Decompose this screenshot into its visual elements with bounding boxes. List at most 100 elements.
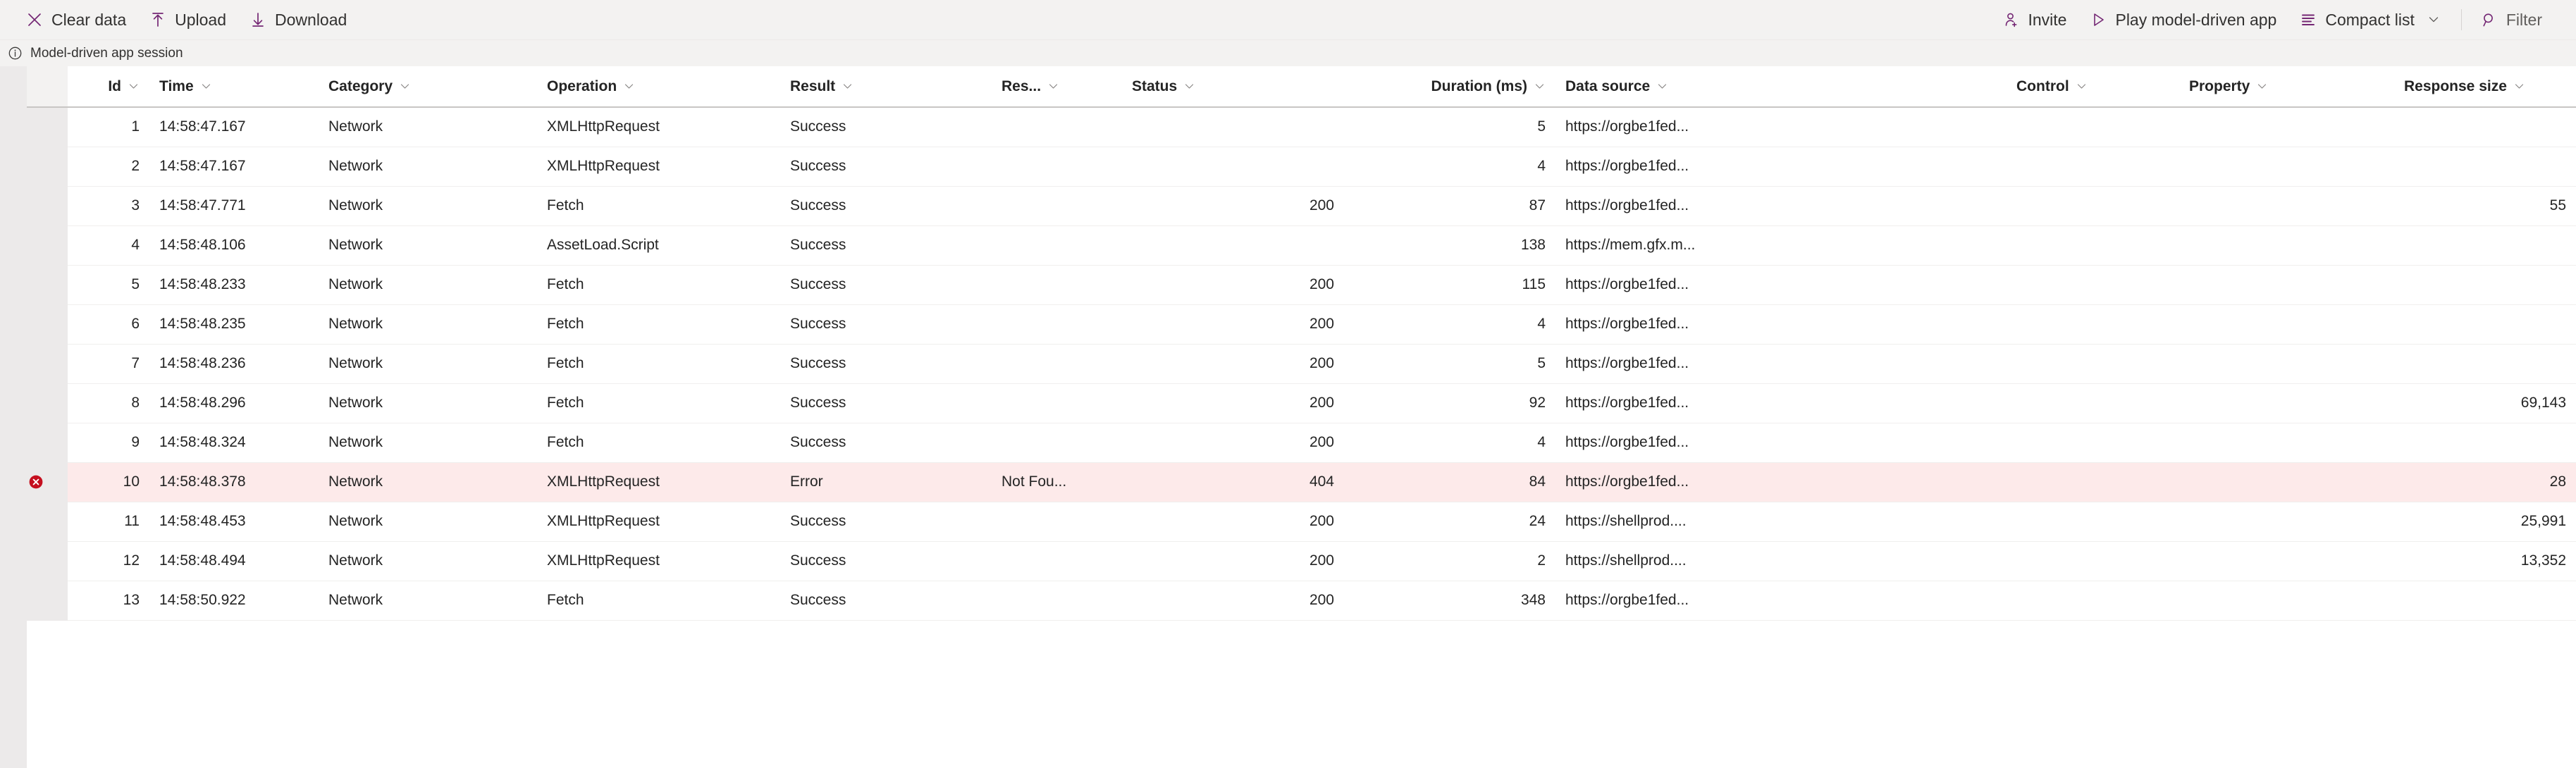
column-header-time[interactable]: Time xyxy=(149,66,319,108)
filter-button[interactable]: Filter xyxy=(2470,6,2552,34)
chevron-down-icon[interactable] xyxy=(2076,80,2088,92)
info-circle-icon xyxy=(7,46,23,61)
chevron-down-icon[interactable] xyxy=(842,80,853,92)
cell-status: 200 xyxy=(1122,344,1344,384)
chevron-down-icon[interactable] xyxy=(128,80,140,92)
cell-data-source: https://orgbe1fed... xyxy=(1555,383,2007,423)
table-row[interactable]: 6 14:58:48.235 Network Fetch Success 200 4 http… xyxy=(0,304,2576,345)
cell-operation: Fetch xyxy=(537,581,780,621)
column-header-data-source[interactable]: Data source xyxy=(1555,66,2007,108)
cell-duration: 348 xyxy=(1344,581,1555,621)
invite-button[interactable]: Invite xyxy=(1992,6,2077,34)
cell-result: Success xyxy=(780,186,992,226)
column-header-result[interactable]: Result xyxy=(780,66,992,108)
column-header-data-source-label: Data source xyxy=(1565,78,1651,94)
chevron-down-icon[interactable] xyxy=(1656,80,1668,92)
table-row[interactable]: 5 14:58:48.233 Network Fetch Success 200 115 ht… xyxy=(0,265,2576,305)
cell-control xyxy=(2007,462,2179,502)
cell-category: Network xyxy=(319,423,537,463)
cell-control xyxy=(2007,383,2179,423)
table-row[interactable]: 12 14:58:48.494 Network XMLHttpRequest Succe… xyxy=(0,541,2576,581)
cell-operation: XMLHttpRequest xyxy=(537,462,780,502)
cell-category: Network xyxy=(319,225,537,266)
play-model-driven-app-button[interactable]: Play model-driven app xyxy=(2079,6,2286,34)
chevron-down-icon[interactable] xyxy=(1534,80,1546,92)
table-row[interactable]: 7 14:58:48.236 Network Fetch Success 200 5 http… xyxy=(0,344,2576,384)
column-header-res[interactable]: Res... xyxy=(992,66,1122,108)
table-row[interactable]: 2 14:58:47.167 Network XMLHttpRequest Succes… xyxy=(0,147,2576,187)
table-row[interactable]: 4 14:58:48.106 Network AssetLoad.Script Succ… xyxy=(0,225,2576,266)
command-bar-right-group: Invite Play model-driven app Compact lis… xyxy=(1992,6,2556,34)
chevron-down-icon[interactable] xyxy=(399,80,411,92)
cell-time: 14:58:48.453 xyxy=(149,502,319,542)
cell-result: Success xyxy=(780,423,992,463)
cell-data-source: https://mem.gfx.m... xyxy=(1555,225,2007,266)
table-header: Id Time Category Operation Result Res...… xyxy=(0,66,2576,108)
table-row[interactable]: 8 14:58:48.296 Network Fetch Success 200 92 htt… xyxy=(0,383,2576,423)
column-header-status[interactable]: Status xyxy=(1122,66,1344,108)
column-header-property[interactable]: Property xyxy=(2179,66,2394,108)
cell-result: Success xyxy=(780,304,992,345)
table-body: 1 14:58:47.167 Network XMLHttpRequest Succes… xyxy=(0,107,2576,621)
chevron-down-icon[interactable] xyxy=(200,80,212,92)
table-row[interactable]: 10 14:58:48.378 Network XMLHttpRequest Error… xyxy=(0,462,2576,502)
chevron-down-icon[interactable] xyxy=(2256,80,2268,92)
table-row[interactable]: 13 14:58:50.922 Network Fetch Success 200 348 h… xyxy=(0,581,2576,621)
cell-id: 11 xyxy=(68,502,149,542)
monitor-grid-container[interactable]: Id Time Category Operation Result Res...… xyxy=(0,66,2576,768)
clear-data-label: Clear data xyxy=(51,10,127,29)
cell-operation: AssetLoad.Script xyxy=(537,225,780,266)
download-button[interactable]: Download xyxy=(239,6,357,34)
chevron-down-icon[interactable] xyxy=(1183,80,1195,92)
cell-property xyxy=(2179,344,2394,384)
cell-res xyxy=(992,225,1122,266)
column-header-duration[interactable]: Duration (ms) xyxy=(1344,66,1555,108)
cell-res xyxy=(992,541,1122,581)
cell-operation: XMLHttpRequest xyxy=(537,147,780,187)
table-row[interactable]: 9 14:58:48.324 Network Fetch Success 200 4 http… xyxy=(0,423,2576,463)
cell-control xyxy=(2007,265,2179,305)
download-icon xyxy=(249,11,267,29)
column-header-id[interactable]: Id xyxy=(68,66,149,108)
cell-data-source: https://orgbe1fed... xyxy=(1555,304,2007,345)
cell-result: Success xyxy=(780,541,992,581)
cell-operation: Fetch xyxy=(537,304,780,345)
cell-data-source: https://orgbe1fed... xyxy=(1555,581,2007,621)
cell-data-source: https://orgbe1fed... xyxy=(1555,147,2007,187)
cell-operation: Fetch xyxy=(537,423,780,463)
column-header-response-size[interactable]: Response size xyxy=(2394,66,2576,108)
cell-result: Success xyxy=(780,107,992,147)
download-label: Download xyxy=(275,10,347,29)
cell-id: 6 xyxy=(68,304,149,345)
column-header-category-label: Category xyxy=(328,78,393,94)
cell-category: Network xyxy=(319,541,537,581)
row-status-gutter xyxy=(0,541,68,581)
column-header-time-label: Time xyxy=(159,78,194,94)
table-row[interactable]: 3 14:58:47.771 Network Fetch Success 200 87 htt… xyxy=(0,186,2576,226)
row-status-gutter xyxy=(0,304,68,345)
row-status-gutter xyxy=(0,423,68,463)
column-header-operation[interactable]: Operation xyxy=(537,66,780,108)
cell-control xyxy=(2007,541,2179,581)
table-row[interactable]: 1 14:58:47.167 Network XMLHttpRequest Succes… xyxy=(0,107,2576,147)
cell-category: Network xyxy=(319,383,537,423)
cell-control xyxy=(2007,107,2179,147)
cell-property xyxy=(2179,186,2394,226)
cell-time: 14:58:48.378 xyxy=(149,462,319,502)
compact-list-button[interactable]: Compact list xyxy=(2289,6,2450,34)
cell-response-size xyxy=(2394,581,2576,621)
chevron-down-icon[interactable] xyxy=(623,80,635,92)
cell-control xyxy=(2007,344,2179,384)
cell-status: 200 xyxy=(1122,581,1344,621)
column-header-control[interactable]: Control xyxy=(2007,66,2179,108)
compact-list-label: Compact list xyxy=(2325,10,2415,29)
upload-button[interactable]: Upload xyxy=(139,6,236,34)
chevron-down-icon[interactable] xyxy=(2513,80,2525,92)
cell-status: 200 xyxy=(1122,541,1344,581)
clear-data-button[interactable]: Clear data xyxy=(16,6,136,34)
chevron-down-icon[interactable] xyxy=(1047,80,1059,92)
column-header-category[interactable]: Category xyxy=(319,66,537,108)
upload-label: Upload xyxy=(175,10,227,29)
cell-duration: 4 xyxy=(1344,304,1555,345)
table-row[interactable]: 11 14:58:48.453 Network XMLHttpRequest Succe… xyxy=(0,502,2576,542)
